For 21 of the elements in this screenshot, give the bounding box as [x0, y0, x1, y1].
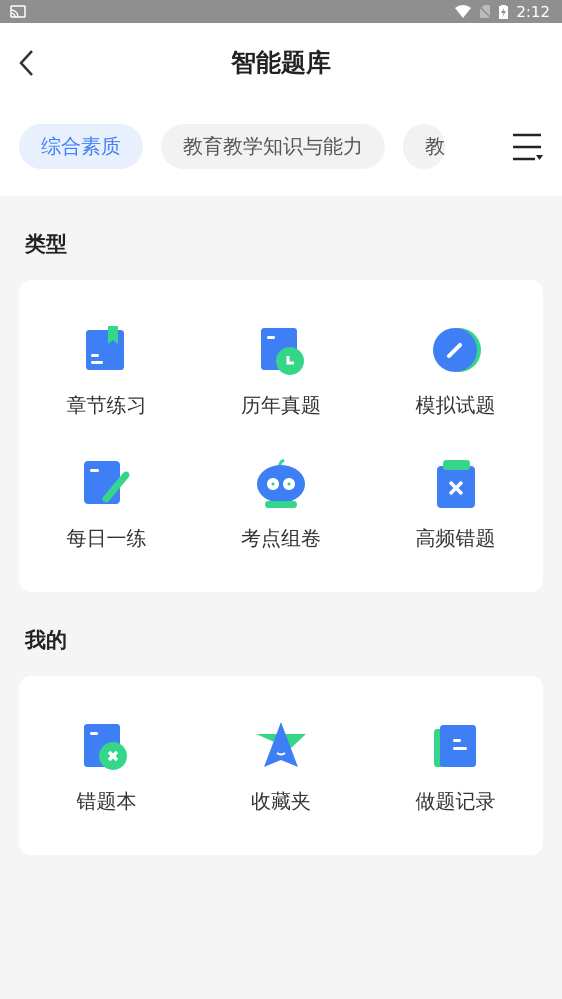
status-time: 2:12	[516, 2, 550, 20]
category-tab[interactable]: 教	[403, 124, 445, 169]
feature-item[interactable]: 历年真题	[194, 324, 368, 419]
robot-icon	[254, 457, 307, 509]
wifi-icon	[455, 5, 472, 18]
feature-item[interactable]: 错题本	[19, 720, 194, 815]
feature-item[interactable]: 章节练习	[19, 324, 194, 419]
feature-item[interactable]: 做题记录	[368, 720, 543, 815]
battery-charging-icon	[499, 4, 508, 19]
feature-item[interactable]: 模拟试题	[368, 324, 543, 419]
page-title: 智能题库	[231, 46, 331, 78]
cast-icon	[10, 5, 26, 18]
feature-item[interactable]: 高频错题	[368, 457, 543, 552]
section-title: 我的	[25, 627, 68, 654]
category-tab[interactable]: 教育教学知识与能力	[161, 124, 385, 169]
feature-item[interactable]: 考点组卷	[194, 457, 368, 552]
feature-item[interactable]: 收藏夹	[194, 720, 368, 815]
section-title: 类型	[25, 231, 68, 258]
feature-item[interactable]: 每日一练	[19, 457, 194, 552]
menu-dropdown-button[interactable]	[511, 132, 543, 162]
no-sim-icon	[479, 5, 492, 18]
